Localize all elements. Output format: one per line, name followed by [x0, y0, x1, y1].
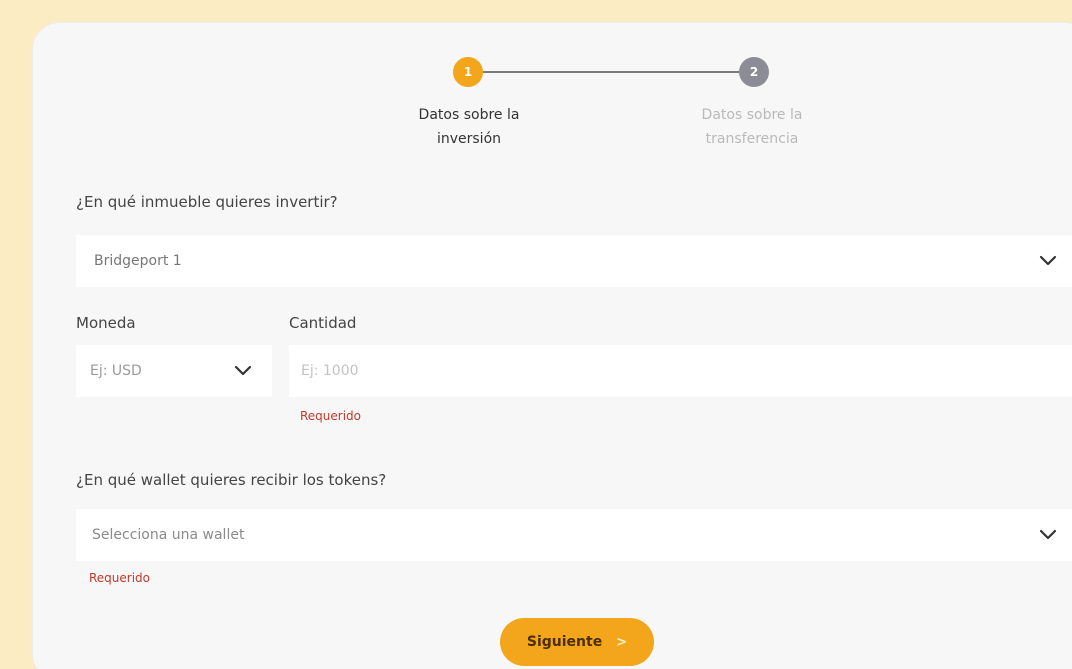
step-2-indicator: 2 — [739, 57, 769, 87]
property-select[interactable]: Bridgeport 1 — [76, 235, 1072, 287]
amount-input-placeholder: Ej: 1000 — [301, 363, 359, 379]
wallet-question-label: ¿En qué wallet quieres recibir los token… — [76, 471, 387, 489]
step-2-label: Datos sobre la transferencia — [672, 103, 832, 151]
property-select-value: Bridgeport 1 — [94, 253, 182, 269]
step-1-label-line1: Datos sobre la — [418, 107, 520, 123]
amount-error-text: Requerido — [300, 409, 362, 423]
step-2-label-line2: transferencia — [705, 131, 799, 147]
step-1-label: Datos sobre la inversión — [389, 103, 549, 151]
step-2-label-line1: Datos sobre la — [701, 107, 803, 123]
stepper: 1 2 Datos sobre la inversión Datos sobre… — [33, 23, 1072, 173]
amount-input[interactable]: Ej: 1000 — [289, 345, 1072, 397]
wallet-error-text: Requerido — [89, 571, 151, 585]
currency-select-placeholder: Ej: USD — [90, 363, 142, 379]
currency-label: Moneda — [76, 314, 136, 332]
wallet-select[interactable]: Selecciona una wallet — [76, 509, 1072, 561]
property-question-label: ¿En qué inmueble quieres invertir? — [76, 193, 338, 211]
currency-select[interactable]: Ej: USD — [76, 345, 272, 397]
investment-form-card: 1 2 Datos sobre la inversión Datos sobre… — [32, 22, 1072, 669]
chevron-right-icon: > — [616, 634, 628, 650]
step-1-label-line2: inversión — [436, 131, 502, 147]
chevron-down-icon — [1039, 255, 1057, 266]
next-button[interactable]: Siguiente > — [500, 618, 654, 666]
stepper-connector-line — [470, 71, 754, 73]
chevron-down-icon — [1039, 529, 1057, 540]
chevron-down-icon — [234, 365, 252, 376]
wallet-select-placeholder: Selecciona una wallet — [92, 527, 245, 543]
next-button-label: Siguiente — [526, 634, 603, 650]
step-1-indicator: 1 — [453, 57, 483, 87]
amount-label: Cantidad — [289, 314, 357, 332]
